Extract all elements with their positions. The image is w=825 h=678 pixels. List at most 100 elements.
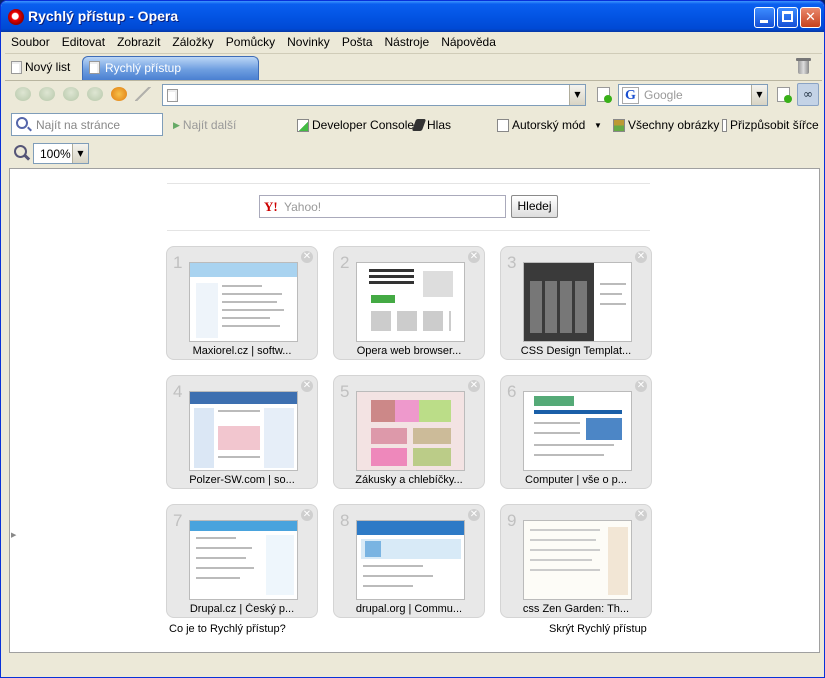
rewind-icon[interactable] bbox=[15, 87, 31, 101]
google-icon[interactable]: G bbox=[622, 87, 639, 104]
find-next-button[interactable]: ▶ Najít další bbox=[173, 117, 236, 133]
author-mode-button[interactable]: Autorský mód bbox=[497, 117, 585, 133]
speed-dial-page: ▶ Y! Yahoo! Hledej 1 ✕ Maxiorel.cz | sof… bbox=[9, 168, 820, 653]
search-engine-dropdown-icon[interactable]: ▼ bbox=[751, 85, 767, 105]
speed-dial-2[interactable]: 2 ✕ Opera web browser... bbox=[333, 246, 485, 360]
status-bar bbox=[5, 655, 822, 677]
edit-icon[interactable] bbox=[135, 87, 151, 101]
dial-close-icon[interactable]: ✕ bbox=[301, 251, 313, 263]
yahoo-search-input[interactable]: Y! Yahoo! bbox=[259, 195, 506, 218]
thumb-nav bbox=[534, 410, 622, 414]
closed-tabs-trash-icon[interactable] bbox=[796, 58, 812, 75]
dial-title: css Zen Garden: Th... bbox=[522, 603, 630, 615]
address-toolbar: ▼ G Google ▼ ∞ bbox=[5, 80, 822, 108]
menu-posta[interactable]: Pošta bbox=[336, 32, 379, 52]
new-tab-button[interactable]: Nový list bbox=[11, 57, 70, 77]
thumb-line bbox=[196, 547, 252, 549]
voice-icon bbox=[411, 119, 427, 131]
address-dropdown-icon[interactable]: ▼ bbox=[569, 85, 585, 105]
thumb-line bbox=[218, 410, 260, 412]
zoom-icon bbox=[14, 145, 30, 162]
thumb-line bbox=[600, 283, 626, 285]
dial-title: CSS Design Templat... bbox=[520, 345, 632, 357]
speed-dial-3[interactable]: 3 ✕ CSS Design Templat... bbox=[500, 246, 652, 360]
developer-console-button[interactable]: Developer Console bbox=[297, 117, 414, 133]
speed-dial-6[interactable]: 6 ✕ Computer | vše o p... bbox=[500, 375, 652, 489]
author-mode-dropdown-icon[interactable]: ▼ bbox=[594, 117, 602, 133]
menu-zalozky[interactable]: Záložky bbox=[166, 32, 219, 52]
dial-close-icon[interactable]: ✕ bbox=[635, 509, 647, 521]
dial-close-icon[interactable]: ✕ bbox=[635, 380, 647, 392]
opera-logo-icon bbox=[8, 9, 24, 25]
speed-dial-5[interactable]: 5 ✕ Zákusky a chlebíčky... bbox=[333, 375, 485, 489]
tab-label: Rychlý přístup bbox=[105, 61, 182, 75]
search-placeholder: Google bbox=[644, 88, 683, 102]
dial-number: 2 bbox=[340, 253, 350, 272]
dial-close-icon[interactable]: ✕ bbox=[635, 251, 647, 263]
find-in-page-input[interactable]: Najít na stránce bbox=[11, 113, 163, 136]
what-is-speed-dial-link[interactable]: Co je to Rychlý přístup? bbox=[169, 623, 286, 635]
zoom-select[interactable]: 100% ▼ bbox=[33, 143, 89, 164]
fast-forward-icon[interactable] bbox=[87, 87, 103, 101]
dial-number: 1 bbox=[173, 253, 183, 272]
menu-novinky[interactable]: Novinky bbox=[281, 32, 336, 52]
speed-dial-9[interactable]: 9 ✕ css Zen Garden: Th... bbox=[500, 504, 652, 618]
menu-nastroje[interactable]: Nástroje bbox=[379, 32, 436, 52]
thumb-line bbox=[530, 549, 600, 551]
forward-icon[interactable] bbox=[63, 87, 79, 101]
search-field[interactable]: G Google ▼ bbox=[618, 84, 768, 106]
speed-dial-4[interactable]: 4 ✕ Polzer-SW.com | so... bbox=[166, 375, 318, 489]
search-go-icon[interactable] bbox=[777, 87, 792, 103]
find-next-icon: ▶ bbox=[173, 119, 180, 130]
title-bar[interactable]: Rychlý přístup - Opera ✕ bbox=[1, 1, 824, 32]
thumb-line bbox=[218, 456, 260, 458]
dial-close-icon[interactable]: ✕ bbox=[468, 380, 480, 392]
images-icon bbox=[613, 118, 625, 132]
all-images-label: Všechny obrázky bbox=[628, 118, 720, 132]
reload-icon[interactable] bbox=[111, 87, 127, 101]
view-binoculars-icon[interactable]: ∞ bbox=[797, 83, 819, 106]
page-icon bbox=[89, 61, 100, 74]
page-icon bbox=[167, 89, 178, 102]
menu-pomucky[interactable]: Pomůcky bbox=[220, 32, 281, 52]
new-tab-label: Nový list bbox=[25, 60, 71, 74]
dial-close-icon[interactable]: ✕ bbox=[468, 509, 480, 521]
menu-zobrazit[interactable]: Zobrazit bbox=[111, 32, 166, 52]
speed-dial-8[interactable]: 8 ✕ drupal.org | Commu... bbox=[333, 504, 485, 618]
dial-close-icon[interactable]: ✕ bbox=[301, 509, 313, 521]
menu-soubor[interactable]: Soubor bbox=[5, 32, 56, 52]
hide-speed-dial-link[interactable]: Skrýt Rychlý přístup bbox=[549, 623, 647, 635]
speed-dial-1[interactable]: 1 ✕ Maxiorel.cz | softw... bbox=[166, 246, 318, 360]
speed-dial-7[interactable]: 7 ✕ Drupal.cz | Český p... bbox=[166, 504, 318, 618]
panel-toggle-icon[interactable]: ▶ bbox=[11, 531, 16, 539]
voice-button[interactable]: Hlas bbox=[411, 117, 451, 133]
thumb-button bbox=[371, 295, 395, 303]
menu-napoveda[interactable]: Nápověda bbox=[435, 32, 502, 52]
maximize-button[interactable] bbox=[777, 7, 798, 28]
dial-number: 7 bbox=[173, 511, 183, 530]
close-button[interactable]: ✕ bbox=[800, 7, 821, 28]
back-icon[interactable] bbox=[39, 87, 55, 101]
thumb-line bbox=[222, 317, 270, 319]
fit-width-button[interactable]: Přizpůsobit šířce bbox=[722, 117, 819, 133]
thumb-line bbox=[363, 575, 433, 577]
tab-bar: Nový list Rychlý přístup bbox=[5, 53, 822, 80]
dial-close-icon[interactable]: ✕ bbox=[468, 251, 480, 263]
dial-thumbnail bbox=[523, 262, 632, 342]
tab-speed-dial[interactable]: Rychlý přístup bbox=[82, 56, 259, 80]
thumb-line bbox=[222, 309, 284, 311]
dial-thumbnail bbox=[523, 520, 632, 600]
find-next-label: Najít další bbox=[182, 118, 237, 132]
go-icon[interactable] bbox=[597, 87, 612, 103]
dial-close-icon[interactable]: ✕ bbox=[301, 380, 313, 392]
address-field[interactable]: ▼ bbox=[162, 84, 586, 106]
thumb-line bbox=[534, 454, 604, 456]
all-images-button[interactable]: Všechny obrázky bbox=[613, 117, 719, 133]
search-button[interactable]: Hledej bbox=[511, 195, 558, 218]
menu-editovat[interactable]: Editovat bbox=[56, 32, 111, 52]
dial-number: 3 bbox=[507, 253, 517, 272]
thumb-line bbox=[196, 557, 246, 559]
thumb-line bbox=[363, 585, 413, 587]
zoom-dropdown-icon[interactable]: ▼ bbox=[72, 144, 88, 163]
minimize-button[interactable] bbox=[754, 7, 775, 28]
